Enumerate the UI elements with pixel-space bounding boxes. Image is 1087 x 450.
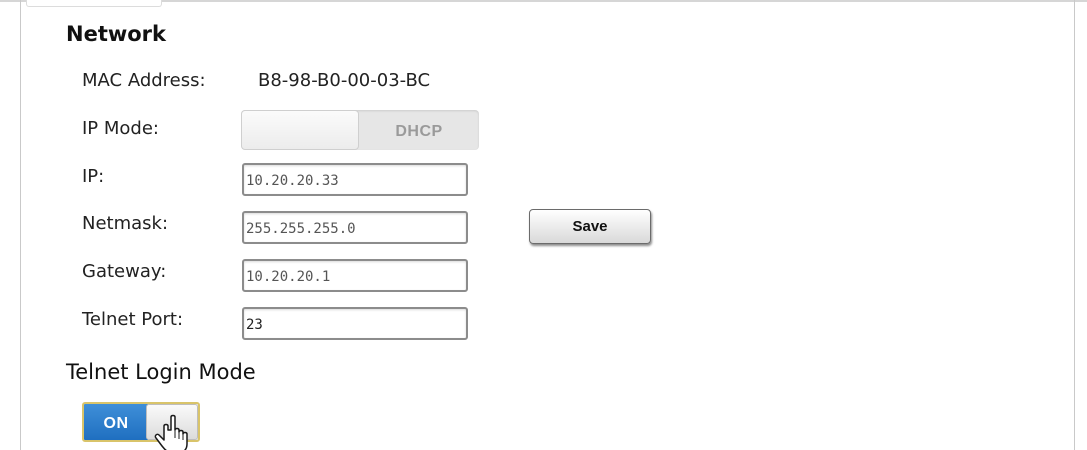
telnet-port-label: Telnet Port: xyxy=(82,309,184,330)
panel-right-border xyxy=(1074,0,1075,450)
panel-top-border xyxy=(0,0,1087,2)
network-section-title: Network xyxy=(66,22,167,46)
hand-pointer-icon xyxy=(154,414,188,450)
netmask-label: Netmask: xyxy=(82,213,169,234)
mac-address-value: B8-98-B0-00-03-BC xyxy=(258,70,431,91)
panel-left-border xyxy=(20,0,21,450)
netmask-input[interactable]: 255.255.255.0 xyxy=(242,211,468,244)
header-tab-edge xyxy=(26,0,162,7)
ip-mode-label: IP Mode: xyxy=(82,118,159,139)
telnet-login-on-label: ON xyxy=(84,404,148,440)
telnet-port-input[interactable]: 23 xyxy=(242,307,468,340)
mac-address-label: MAC Address: xyxy=(82,70,206,91)
gateway-input[interactable]: 10.20.20.1 xyxy=(242,259,468,292)
ip-input[interactable]: 10.20.20.33 xyxy=(242,163,468,196)
ip-mode-state-label: DHCP xyxy=(395,123,443,140)
ip-mode-toggle[interactable]: DHCP xyxy=(241,110,479,150)
ip-mode-toggle-knob[interactable] xyxy=(241,110,359,150)
gateway-label: Gateway: xyxy=(82,261,167,282)
telnet-login-mode-title: Telnet Login Mode xyxy=(66,360,256,384)
save-button[interactable]: Save xyxy=(529,209,651,244)
ip-label: IP: xyxy=(82,166,105,187)
